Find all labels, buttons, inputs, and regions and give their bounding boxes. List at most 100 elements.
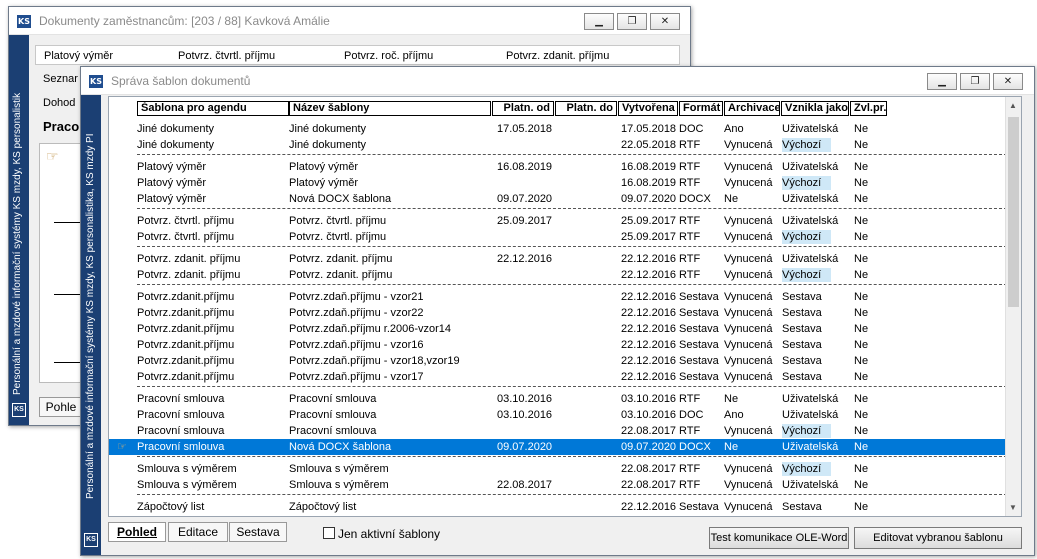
table-row[interactable]: Potvrz. čtvrtl. příjmu Potvrz. čtvrtl. př… xyxy=(109,213,1007,229)
cell-nazev: Zápočtový list xyxy=(289,501,357,513)
tab-pohled[interactable]: Pohled xyxy=(108,522,166,542)
close-button[interactable]: ✕ xyxy=(993,73,1023,90)
table-row[interactable]: Potvrz. zdanit. příjmu Potvrz. zdanit. př… xyxy=(109,267,1007,283)
cell-vytvorena: 22.08.2017 xyxy=(621,425,677,437)
cell-vznikla: Sestava xyxy=(782,307,822,319)
table-row[interactable]: Platový výměr Platový výměr 16.08.2019 16.0… xyxy=(109,159,1007,175)
table-row[interactable]: Pracovní smlouva Pracovní smlouva 03.10.20… xyxy=(109,391,1007,407)
back-header: Potvrz. roč. příjmu xyxy=(344,50,434,62)
column-header[interactable]: Archivace xyxy=(724,101,780,116)
cell-format: DOCX xyxy=(679,193,711,205)
templates-grid[interactable]: Šablona pro agendu Název šablony Platn. … xyxy=(108,96,1022,517)
cell-nazev: Jiné dokumenty xyxy=(289,123,367,135)
column-header[interactable]: Formát xyxy=(679,101,723,116)
table-row[interactable]: Potvrz.zdanit.příjmu Potvrz.zdaň.příjmu -… xyxy=(109,369,1007,385)
cell-format: Sestava xyxy=(679,371,719,383)
active-only-checkbox[interactable] xyxy=(323,527,335,539)
cell-nazev: Potvrz. čtvrtl. příjmu xyxy=(289,231,387,243)
table-row[interactable]: Platový výměr Nová DOCX šablona 09.07.2020… xyxy=(109,191,1007,207)
test-ole-word-button[interactable]: Test komunikace OLE-Word xyxy=(709,527,849,549)
table-row[interactable]: Smlouva s výměrem Smlouva s výměrem 22.08.… xyxy=(109,477,1007,493)
back-left-item[interactable]: Praco xyxy=(43,119,79,134)
cell-od: 25.09.2017 xyxy=(497,215,553,227)
cell-archivace: Vynucená xyxy=(724,177,773,189)
cell-format: DOCX xyxy=(679,441,711,453)
cell-nazev: Smlouva s výměrem xyxy=(289,479,389,491)
cell-vytvorena: 22.12.2016 xyxy=(621,253,677,265)
minimize-button[interactable]: ▁ xyxy=(584,13,614,30)
column-header[interactable]: Platn. od xyxy=(492,101,554,116)
cell-od: 16.08.2019 xyxy=(497,161,553,173)
table-row[interactable]: ☞ Pracovní smlouva Nová DOCX šablona 09.07.… xyxy=(109,439,1007,455)
cell-agenda: Pracovní smlouva xyxy=(137,393,225,405)
table-row[interactable]: Potvrz.zdanit.příjmu Potvrz.zdaň.příjmu -… xyxy=(109,289,1007,305)
table-row[interactable]: Potvrz.zdanit.příjmu Potvrz.zdaň.příjmu -… xyxy=(109,353,1007,369)
cell-nazev: Smlouva s výměrem xyxy=(289,463,389,475)
cell-vytvorena: 22.12.2016 xyxy=(621,291,677,303)
back-content-area: ☞ xyxy=(39,143,86,383)
maximize-button[interactable]: ❐ xyxy=(617,13,647,30)
cell-zvl: Ne xyxy=(854,253,869,265)
cell-archivace: Vynucená xyxy=(724,355,773,367)
table-row[interactable]: Potvrz.zdanit.příjmu Potvrz.zdaň.příjmu -… xyxy=(109,337,1007,353)
cell-vznikla: Sestava xyxy=(782,339,822,351)
table-row[interactable]: Jiné dokumenty Jiné dokumenty 17.05.2018 17… xyxy=(109,121,1007,137)
close-button[interactable]: ✕ xyxy=(650,13,680,30)
cell-od: 03.10.2016 xyxy=(497,393,553,405)
cell-vznikla: Uživatelská xyxy=(782,123,839,135)
cell-format: Sestava xyxy=(679,355,719,367)
column-header[interactable]: Vytvořena xyxy=(618,101,678,116)
cell-zvl: Ne xyxy=(854,425,869,437)
column-header[interactable]: Šablona pro agendu xyxy=(137,101,289,116)
table-row[interactable]: Pracovní smlouva Pracovní smlouva 22.08.20… xyxy=(109,423,1007,439)
cell-agenda: Potvrz.zdanit.příjmu xyxy=(137,355,235,367)
cell-vytvorena: 22.12.2016 xyxy=(621,307,677,319)
scrollbar-thumb[interactable] xyxy=(1008,117,1019,307)
column-header[interactable]: Vznikla jako xyxy=(781,101,849,116)
cell-vznikla: Sestava xyxy=(782,501,822,513)
minimize-button[interactable]: ▁ xyxy=(927,73,957,90)
cell-format: DOC xyxy=(679,409,704,421)
cell-zvl: Ne xyxy=(854,307,869,319)
tab-editace[interactable]: Editace xyxy=(168,522,228,542)
maximize-button[interactable]: ❐ xyxy=(960,73,990,90)
scroll-down-icon[interactable]: ▼ xyxy=(1009,503,1017,512)
table-row[interactable]: Pracovní smlouva Pracovní smlouva 03.10.20… xyxy=(109,407,1007,423)
cell-agenda: Pracovní smlouva xyxy=(137,409,225,421)
ks-logo-icon: KS xyxy=(12,403,26,417)
table-row[interactable]: Potvrz.zdanit.příjmu Potvrz.zdaň.příjmu r… xyxy=(109,321,1007,337)
column-header[interactable]: Zvl.pr. xyxy=(850,101,887,116)
column-header[interactable]: Platn. do xyxy=(555,101,617,116)
cell-format: Sestava xyxy=(679,501,719,513)
group-separator xyxy=(137,386,1007,387)
table-row[interactable]: Platový výměr Platový výměr 16.08.2019 RTF V… xyxy=(109,175,1007,191)
cell-vytvorena: 25.09.2017 xyxy=(621,231,677,243)
tab-sestava[interactable]: Sestava xyxy=(229,522,287,542)
ks-logo-icon: KS xyxy=(89,75,103,88)
cell-nazev: Pracovní smlouva xyxy=(289,393,377,405)
column-header[interactable]: Název šablony xyxy=(289,101,491,116)
table-row[interactable]: Potvrz. čtvrtl. příjmu Potvrz. čtvrtl. př… xyxy=(109,229,1007,245)
back-left-item[interactable]: Dohod xyxy=(43,97,75,109)
back-tab-pohled[interactable]: Pohle xyxy=(39,397,83,417)
cell-vznikla: Sestava xyxy=(782,291,822,303)
back-header-row: Platový výměr Potvrz. čtvrtl. příjmu Pot… xyxy=(35,45,680,65)
cell-zvl: Ne xyxy=(854,339,869,351)
cell-vytvorena: 16.08.2019 xyxy=(621,177,677,189)
back-left-item[interactable]: Seznar xyxy=(43,73,78,85)
cell-zvl: Ne xyxy=(854,479,869,491)
table-row[interactable]: Zápočtový list Zápočtový list 22.12.2016 Se… xyxy=(109,499,1007,515)
cell-format: Sestava xyxy=(679,291,719,303)
table-row[interactable]: Jiné dokumenty Jiné dokumenty 22.05.2018 RT… xyxy=(109,137,1007,153)
scroll-up-icon[interactable]: ▲ xyxy=(1009,101,1017,110)
vertical-scrollbar[interactable]: ▲ ▼ xyxy=(1005,97,1021,516)
table-row[interactable]: Smlouva s výměrem Smlouva s výměrem 22.08.… xyxy=(109,461,1007,477)
table-row[interactable]: Potvrz.zdanit.příjmu Potvrz.zdaň.příjmu -… xyxy=(109,305,1007,321)
cell-vznikla: Uživatelská xyxy=(782,215,839,227)
cell-agenda: Potvrz.zdanit.příjmu xyxy=(137,339,235,351)
table-row[interactable]: Potvrz. zdanit. příjmu Potvrz. zdanit. př… xyxy=(109,251,1007,267)
edit-template-button[interactable]: Editovat vybranou šablonu xyxy=(854,527,1022,549)
front-window-titlebar: KS Správa šablon dokumentů ▁ ❐ ✕ xyxy=(81,67,1034,95)
cell-vytvorena: 22.12.2016 xyxy=(621,355,677,367)
cell-zvl: Ne xyxy=(854,371,869,383)
